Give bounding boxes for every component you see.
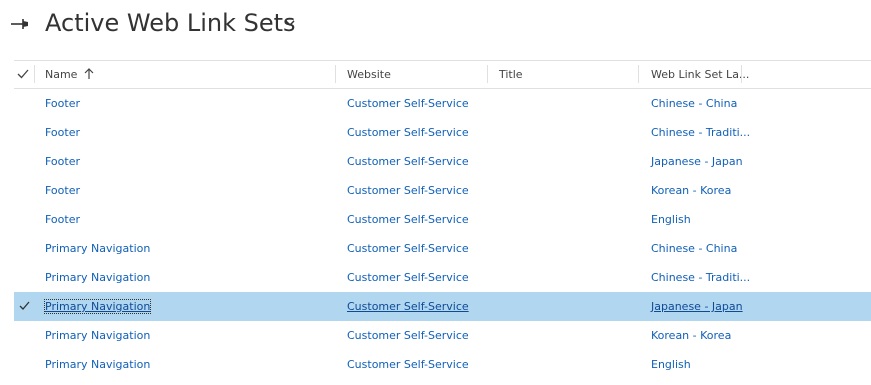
column-header-website[interactable]: Website [347,61,391,88]
row-website-link-text[interactable]: Customer Self-Service [347,242,469,255]
row-name-link-text[interactable]: Primary Navigation [45,242,150,255]
table-row[interactable]: Footer Customer Self-Service Chinese - Tra… [14,118,871,147]
row-website-link-text[interactable]: Customer Self-Service [347,271,469,284]
row-name-link[interactable]: Footer [45,118,80,147]
row-language-link[interactable]: Chinese - China [651,89,737,118]
column-header-name[interactable]: Name [45,61,94,88]
column-separator[interactable] [487,65,488,83]
row-language-link[interactable]: Chinese - Traditi... [651,263,750,292]
row-language-link-text[interactable]: Korean - Korea [651,329,731,342]
row-website-link-text[interactable]: Customer Self-Service [347,184,469,197]
row-language-link-text[interactable]: Chinese - Traditi... [651,126,750,139]
row-name-link-text[interactable]: Footer [45,126,80,139]
table-row[interactable]: Footer Customer Self-Service English [14,205,871,234]
table-row[interactable]: Footer Customer Self-Service Japanese - Ja… [14,147,871,176]
row-language-link[interactable]: Korean - Korea [651,321,731,350]
row-website-link[interactable]: Customer Self-Service [347,321,469,350]
row-language-link-text[interactable]: Chinese - Traditi... [651,271,750,284]
row-language-link[interactable]: Japanese - Japan [651,147,743,176]
row-website-link[interactable]: Customer Self-Service [347,263,469,292]
row-language-link[interactable]: English [651,350,691,379]
row-language-link-text[interactable]: English [651,358,691,371]
column-header-title[interactable]: Title [499,61,523,88]
row-language-link-text[interactable]: Chinese - China [651,242,737,255]
table-row[interactable]: Footer Customer Self-Service Chinese - Chi… [14,89,871,118]
table-row[interactable]: Primary Navigation Customer Self-Service C… [14,234,871,263]
column-separator[interactable] [638,65,639,83]
row-name-link-text[interactable]: Footer [45,184,80,197]
row-name-link-text[interactable]: Primary Navigation [45,329,150,342]
row-website-link-text[interactable]: Customer Self-Service [347,97,469,110]
row-website-link[interactable]: Customer Self-Service [347,350,469,379]
row-name-link-text[interactable]: Footer [45,213,80,226]
column-header-language[interactable]: Web Link Set La... [651,61,749,88]
row-language-link-text[interactable]: English [651,213,691,226]
row-website-link-text[interactable]: Customer Self-Service [347,300,469,313]
row-website-link-text[interactable]: Customer Self-Service [347,329,469,342]
row-name-link[interactable]: Footer [45,205,80,234]
row-name-link[interactable]: Primary Navigation [45,321,150,350]
row-name-link[interactable]: Footer [45,176,80,205]
table-row[interactable]: Primary Navigation Customer Self-Service J… [14,292,871,321]
row-language-link-text[interactable]: Chinese - China [651,97,737,110]
row-language-link[interactable]: Chinese - China [651,234,737,263]
row-name-link[interactable]: Primary Navigation [43,292,152,321]
row-language-link[interactable]: Chinese - Traditi... [651,118,750,147]
row-website-link[interactable]: Customer Self-Service [347,234,469,263]
table-row[interactable]: Primary Navigation Customer Self-Service K… [14,321,871,350]
view-title[interactable]: Active Web Link Sets [45,9,296,37]
row-language-link[interactable]: Japanese - Japan [651,292,743,321]
sort-ascending-icon [84,68,94,79]
row-website-link[interactable]: Customer Self-Service [347,118,469,147]
records-grid: Name Website Title Web Link Set La... Fo… [14,60,871,379]
table-row[interactable]: Footer Customer Self-Service Korean - Kore… [14,176,871,205]
column-separator[interactable] [335,65,336,83]
column-separator [34,65,35,83]
grid-header: Name Website Title Web Link Set La... [14,60,871,89]
row-website-link-text[interactable]: Customer Self-Service [347,358,469,371]
table-row[interactable]: Primary Navigation Customer Self-Service C… [14,263,871,292]
row-name-link[interactable]: Footer [45,147,80,176]
row-website-link-text[interactable]: Customer Self-Service [347,155,469,168]
row-name-link-text[interactable]: Footer [45,155,80,168]
row-name-link[interactable]: Primary Navigation [45,350,150,379]
row-language-link-text[interactable]: Korean - Korea [651,184,731,197]
row-name-link-text[interactable]: Primary Navigation [43,299,152,314]
row-name-link[interactable]: Footer [45,89,80,118]
row-name-link-text[interactable]: Primary Navigation [45,271,150,284]
row-name-link-text[interactable]: Primary Navigation [45,358,150,371]
row-name-link-text[interactable]: Footer [45,97,80,110]
row-website-link[interactable]: Customer Self-Service [347,176,469,205]
row-website-link-text[interactable]: Customer Self-Service [347,126,469,139]
row-language-link-text[interactable]: Japanese - Japan [651,155,743,168]
row-website-link[interactable]: Customer Self-Service [347,89,469,118]
row-language-link[interactable]: Korean - Korea [651,176,731,205]
grid-body: Footer Customer Self-Service Chinese - Chi… [14,89,871,379]
row-name-link[interactable]: Primary Navigation [45,263,150,292]
table-row[interactable]: Primary Navigation Customer Self-Service E… [14,350,871,379]
row-website-link[interactable]: Customer Self-Service [347,205,469,234]
row-language-link-text[interactable]: Japanese - Japan [651,300,743,313]
column-separator[interactable] [741,65,742,83]
row-website-link[interactable]: Customer Self-Service [347,292,469,321]
row-website-link-text[interactable]: Customer Self-Service [347,213,469,226]
row-name-link[interactable]: Primary Navigation [45,234,150,263]
row-language-link[interactable]: English [651,205,691,234]
view-header: Active Web Link Sets [0,0,871,56]
row-selected-check-icon[interactable] [19,301,30,311]
row-website-link[interactable]: Customer Self-Service [347,147,469,176]
